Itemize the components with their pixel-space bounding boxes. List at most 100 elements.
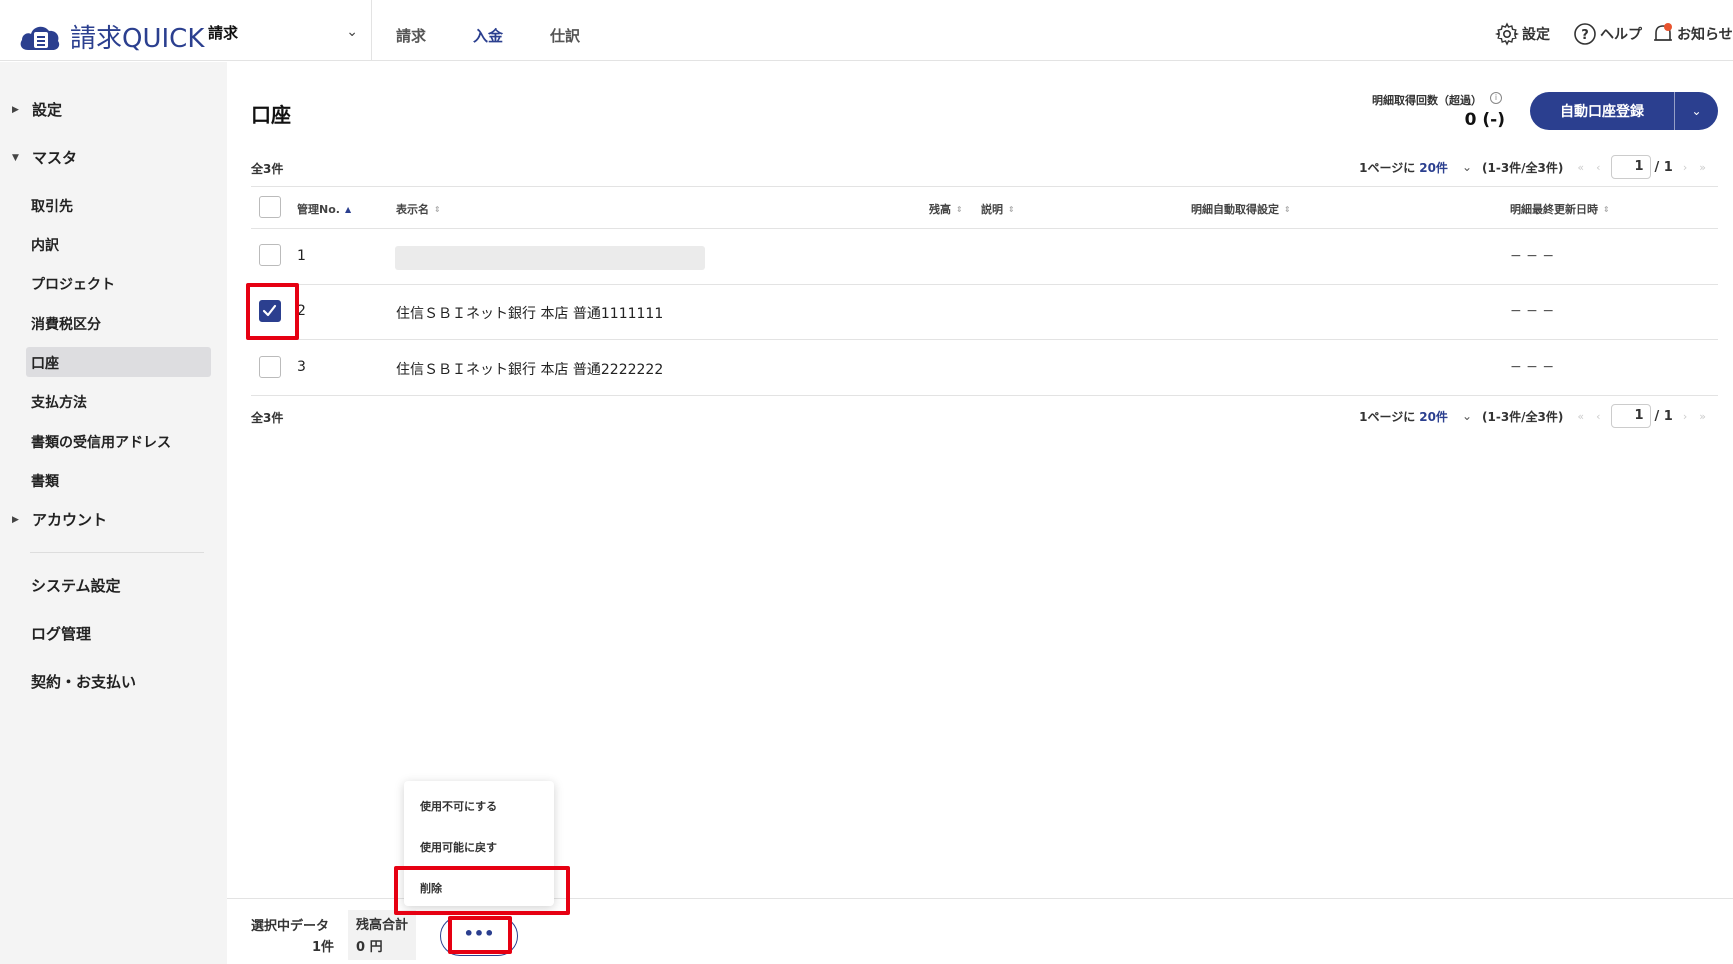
row-updated: − − − [1510,248,1555,264]
col-label: 明細自動取得設定 [1191,203,1279,216]
table-top-border [251,186,1718,187]
sidebar-group-master[interactable]: ▼ マスタ [12,147,77,168]
sidebar-item-breakdown[interactable]: 内訳 [31,235,59,255]
sort-icon: ⇕ [434,204,441,214]
balance-label: 残高合計 [356,918,409,933]
col-label: 説明 [981,203,1003,216]
prev-page-icon[interactable]: ‹ [1596,410,1600,423]
row-updated: − − − [1510,359,1555,375]
sidebar-group-account[interactable]: ▶ アカウント [12,509,107,530]
sidebar-item-account-bank[interactable]: 口座 [31,353,59,373]
page-input[interactable]: 1 [1610,404,1651,428]
selected-data-count: 1件 [311,940,334,955]
help-link[interactable]: ? ヘルプ [1573,22,1642,46]
chevron-down-icon[interactable]: ⌄ [1462,409,1472,423]
sidebar-group-settings[interactable]: ▶ 設定 [12,99,62,120]
sidebar-item-project[interactable]: プロジェクト [31,274,115,294]
auto-register-label: 自動口座登録 [1560,104,1644,120]
svg-text:?: ? [1581,28,1589,43]
next-page-icon[interactable]: › [1683,161,1687,174]
sidebar-item-clients[interactable]: 取引先 [31,196,73,216]
table-header-border [251,228,1718,229]
col-label: 表示名 [396,203,429,216]
total-count-top: 全3件 [251,162,284,176]
per-page-select[interactable]: 20件 [1419,408,1448,425]
quota-label: 明細取得回数（超過） [1372,94,1482,107]
cloud-document-icon [20,26,60,50]
tab-payment[interactable]: 入金 [473,25,503,46]
col-header-no[interactable]: 管理No. ▲ [297,201,351,217]
per-page-select[interactable]: 20件 [1419,159,1448,176]
sidebar-group-label: マスタ [32,149,78,167]
sort-icon: ⇕ [1284,204,1291,214]
row-name[interactable]: 住信ＳＢＩネット銀行 本店 普通1111111 [396,303,663,323]
last-page-icon[interactable]: » [1699,410,1706,423]
settings-label: 設定 [1522,27,1550,43]
col-header-description[interactable]: 説明 ⇕ [981,201,1015,217]
next-page-icon[interactable]: › [1683,410,1687,423]
chevron-down-icon[interactable]: ⌄ [1675,104,1718,118]
row-checkbox[interactable] [259,244,281,266]
total-pages: / 1 [1654,159,1673,175]
caret-down-icon: ▼ [12,152,19,163]
chevron-down-icon[interactable]: ⌄ [1462,160,1472,174]
range-text: (1-3件/全3件) [1482,160,1564,175]
col-header-balance[interactable]: 残高 ⇕ [929,201,963,217]
auto-register-button[interactable]: 自動口座登録 ⌄ [1530,92,1718,130]
page-input[interactable]: 1 [1610,155,1651,179]
total-pages: / 1 [1654,408,1673,424]
col-header-updated[interactable]: 明細最終更新日時 ⇕ [1510,201,1610,217]
col-label: 明細最終更新日時 [1510,203,1598,216]
app-logo[interactable]: 請求QUICK [18,18,204,55]
row-updated: − − − [1510,303,1555,319]
sidebar-item-system-settings[interactable]: システム設定 [31,575,121,596]
sidebar-item-tax[interactable]: 消費税区分 [31,314,101,334]
help-icon: ? [1574,23,1596,45]
sidebar-item-payment-method[interactable]: 支払方法 [31,392,87,412]
pager-top: 1ページに 20件 ⌄ (1-3件/全3件) « ‹ 1 / 1 › » [1359,155,1712,179]
notice-link[interactable]: お知らせ [1652,22,1733,46]
pager-bottom: 1ページに 20件 ⌄ (1-3件/全3件) « ‹ 1 / 1 › » [1359,404,1712,428]
tab-journal[interactable]: 仕訳 [550,25,580,46]
sort-icon: ⇕ [956,204,963,214]
range-text: (1-3件/全3件) [1482,409,1564,424]
sidebar-group-label: 設定 [32,101,63,119]
tab-invoice[interactable]: 請求 [396,25,426,46]
info-icon[interactable]: i [1490,92,1502,104]
quota-value: 0 (-) [1464,110,1505,130]
header-divider [371,0,372,61]
highlight-row-checkbox [246,283,299,340]
app-select-value: 請求 [208,24,239,42]
prev-page-icon[interactable]: ‹ [1596,161,1600,174]
row-no: 3 [297,359,306,375]
sidebar-item-log[interactable]: ログ管理 [31,623,91,644]
col-header-auto-fetch[interactable]: 明細自動取得設定 ⇕ [1191,201,1291,217]
page-title: 口座 [251,103,291,127]
help-label: ヘルプ [1600,27,1642,43]
row-border [251,395,1718,396]
menu-item-disable[interactable]: 使用不可にする [420,798,497,814]
sort-icon: ▲ [344,204,352,214]
row-checkbox[interactable] [259,356,281,378]
row-name[interactable]: 住信ＳＢＩネット銀行 本店 普通2222222 [396,359,663,379]
sidebar-item-documents[interactable]: 書類 [31,471,59,491]
highlight-more-button [448,916,512,954]
sidebar-item-receive-address[interactable]: 書類の受信用アドレス [31,432,171,452]
first-page-icon[interactable]: « [1577,410,1584,423]
menu-item-enable[interactable]: 使用可能に戻す [420,839,497,855]
sort-icon: ⇕ [1603,204,1610,214]
last-page-icon[interactable]: » [1699,161,1706,174]
row-border [251,339,1718,340]
gear-icon [1495,22,1519,46]
first-page-icon[interactable]: « [1577,161,1584,174]
settings-link[interactable]: 設定 [1495,22,1550,46]
per-page-prefix: 1ページに [1359,160,1416,175]
col-header-name[interactable]: 表示名 ⇕ [396,201,441,217]
select-all-checkbox[interactable] [259,196,281,218]
app-select[interactable]: 請求 ⌄ [208,22,358,43]
row-name-placeholder [395,246,705,270]
chevron-down-icon: ⌄ [346,24,358,40]
sidebar-divider [30,552,204,553]
sidebar-item-contract[interactable]: 契約・お支払い [31,671,136,692]
sidebar-group-label: アカウント [32,511,108,529]
